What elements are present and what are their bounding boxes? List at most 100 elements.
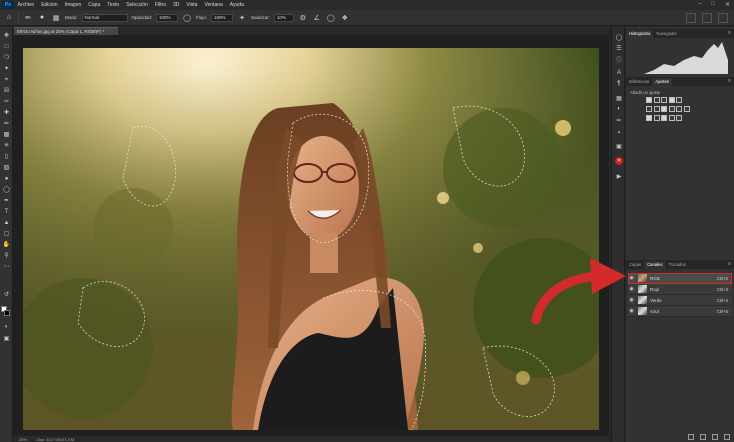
tab-canales[interactable]: Canales (644, 261, 666, 269)
eye-icon[interactable]: ◉ (628, 297, 635, 303)
gear-icon[interactable]: ⚙ (298, 13, 308, 23)
brightness-icon[interactable] (646, 97, 652, 103)
panel-menu-icon[interactable]: ≡ (728, 261, 731, 267)
tab-histograma[interactable]: Histograma (626, 30, 654, 38)
menu-ayuda[interactable]: Ayuda (226, 2, 247, 8)
menu-capa[interactable]: Capa (85, 2, 104, 8)
smoothing-field[interactable]: 10% (273, 13, 294, 22)
document-photo[interactable] (23, 48, 599, 430)
menu-archivo[interactable]: Archivo (14, 2, 38, 8)
color-lookup-icon[interactable] (683, 106, 690, 112)
load-selection-icon[interactable] (688, 434, 694, 440)
gradient-tool-icon[interactable]: ▧ (2, 164, 11, 172)
channel-row-rgb[interactable]: ◉ RGB Ctrl+2 (628, 273, 732, 284)
menu-3d[interactable]: 3D (170, 2, 183, 8)
channel-mixer-icon[interactable] (676, 106, 682, 112)
eye-icon[interactable]: ◉ (628, 286, 635, 292)
tab-bibliotecas[interactable]: Bibliotecas (626, 78, 652, 86)
menu-seleccion[interactable]: Selección (123, 2, 152, 8)
new-channel-icon[interactable] (712, 434, 718, 440)
trash-icon[interactable] (724, 434, 730, 440)
curves-icon[interactable] (661, 97, 667, 103)
screen-mode-icon[interactable]: ▣ (2, 335, 11, 343)
color-balance-icon[interactable] (653, 106, 660, 112)
photo-filter-icon[interactable] (668, 106, 675, 112)
black-white-icon[interactable] (661, 106, 667, 112)
pen-tool-icon[interactable]: ✒ (2, 197, 11, 205)
channel-row-rojo[interactable]: ◉ Rojo Ctrl+3 (628, 284, 732, 295)
eye-icon[interactable]: ◉ (628, 275, 635, 281)
paragraph-icon[interactable]: ¶ (615, 80, 623, 88)
angle-icon[interactable]: ∠ (312, 13, 322, 23)
pressure-size-icon[interactable]: ◯ (326, 13, 336, 23)
mode-select[interactable]: Normal (81, 13, 128, 22)
quick-mask-icon[interactable]: ◐ (2, 323, 11, 331)
home-icon[interactable]: ⌂ (4, 13, 14, 23)
character-icon[interactable]: A (615, 69, 623, 77)
frame-tool-icon[interactable]: ☒ (2, 87, 11, 95)
stamp-tool-icon[interactable]: ▩ (2, 131, 11, 139)
properties-icon[interactable]: ☰ (615, 44, 623, 52)
flow-field[interactable]: 100% (211, 13, 234, 22)
brushes-icon[interactable]: ✏ (615, 116, 623, 124)
share-icon[interactable] (718, 13, 728, 23)
menu-edicion[interactable]: Edición (38, 2, 61, 8)
tab-ajustes[interactable]: Ajustes (652, 78, 672, 86)
play-action-icon[interactable]: ▶ (615, 172, 623, 180)
search-icon[interactable] (686, 13, 696, 23)
zoom-level[interactable]: 25% (19, 437, 27, 442)
panel-menu-icon[interactable]: ≡ (728, 30, 731, 36)
menu-vista[interactable]: Vista (183, 2, 201, 8)
menu-ventana[interactable]: Ventana (201, 2, 226, 8)
brush-size-icon[interactable]: ● (37, 13, 47, 23)
quick-select-icon[interactable]: ✦ (2, 65, 11, 73)
channel-row-verde[interactable]: ◉ Verde Ctrl+4 (628, 295, 732, 306)
history-icon[interactable]: ◯ (615, 33, 623, 41)
swatches-icon[interactable]: ▦ (615, 94, 623, 102)
stop-recording-icon[interactable]: ✕ (615, 157, 623, 165)
threshold-icon[interactable] (661, 115, 667, 121)
minimize-icon[interactable]: – (698, 1, 701, 8)
airbrush-icon[interactable]: ✦ (237, 13, 247, 23)
path-select-icon[interactable]: ▲ (2, 219, 11, 227)
blur-tool-icon[interactable]: ● (2, 175, 11, 183)
shape-tool-icon[interactable]: ▢ (2, 230, 11, 238)
levels-icon[interactable] (653, 97, 660, 103)
dodge-tool-icon[interactable]: ◯ (2, 186, 11, 194)
channel-row-azul[interactable]: ◉ Azul Ctrl+5 (628, 306, 732, 317)
hue-saturation-icon[interactable] (646, 106, 652, 112)
maximize-icon[interactable]: □ (711, 1, 715, 8)
color-icon[interactable]: ◐ (615, 105, 623, 113)
document-tab[interactable]: Efecto Niños.jpg al 25% (Capa 1, RGB/8*)… (14, 27, 118, 35)
selective-color-icon[interactable] (676, 115, 682, 121)
close-icon[interactable]: ✕ (725, 1, 730, 8)
vibrance-icon[interactable] (676, 97, 682, 103)
move-tool-icon[interactable]: ✥ (2, 32, 11, 40)
opacity-field[interactable]: 100% (156, 13, 179, 22)
menu-texto[interactable]: Texto (104, 2, 123, 8)
swap-colors-icon[interactable]: ↺ (2, 291, 11, 299)
crop-icon[interactable]: ⌖ (2, 76, 11, 84)
gradient-map-icon[interactable] (668, 115, 675, 121)
save-selection-icon[interactable] (700, 434, 706, 440)
brush-tool-icon[interactable]: ✏ (2, 120, 11, 128)
brush-icon[interactable]: ✏ (23, 13, 33, 23)
type-tool-icon[interactable]: T (2, 208, 11, 216)
eye-icon[interactable]: ◉ (628, 308, 635, 314)
posterize-icon[interactable] (653, 115, 660, 121)
more-tools-icon[interactable]: ⋯ (2, 263, 11, 271)
tab-trazados[interactable]: Trazados (665, 261, 688, 269)
brush-panel-icon[interactable]: ▦ (51, 13, 61, 23)
marquee-tool-icon[interactable]: □ (2, 43, 11, 51)
pressure-opacity-icon[interactable]: ◯ (182, 13, 192, 23)
styles-icon[interactable]: ▪ (615, 129, 623, 137)
tab-navegador[interactable]: Navegador (653, 30, 680, 38)
learn-icon[interactable]: ▣ (615, 142, 623, 150)
hand-tool-icon[interactable]: ✋ (2, 241, 11, 249)
workspace-icon[interactable] (702, 13, 712, 23)
invert-icon[interactable] (646, 115, 652, 121)
zoom-tool-icon[interactable]: ⚲ (2, 252, 11, 260)
menu-imagen[interactable]: Imagen (61, 2, 85, 8)
info-icon[interactable]: ⓘ (615, 55, 623, 64)
menu-filtro[interactable]: Filtro (151, 2, 169, 8)
